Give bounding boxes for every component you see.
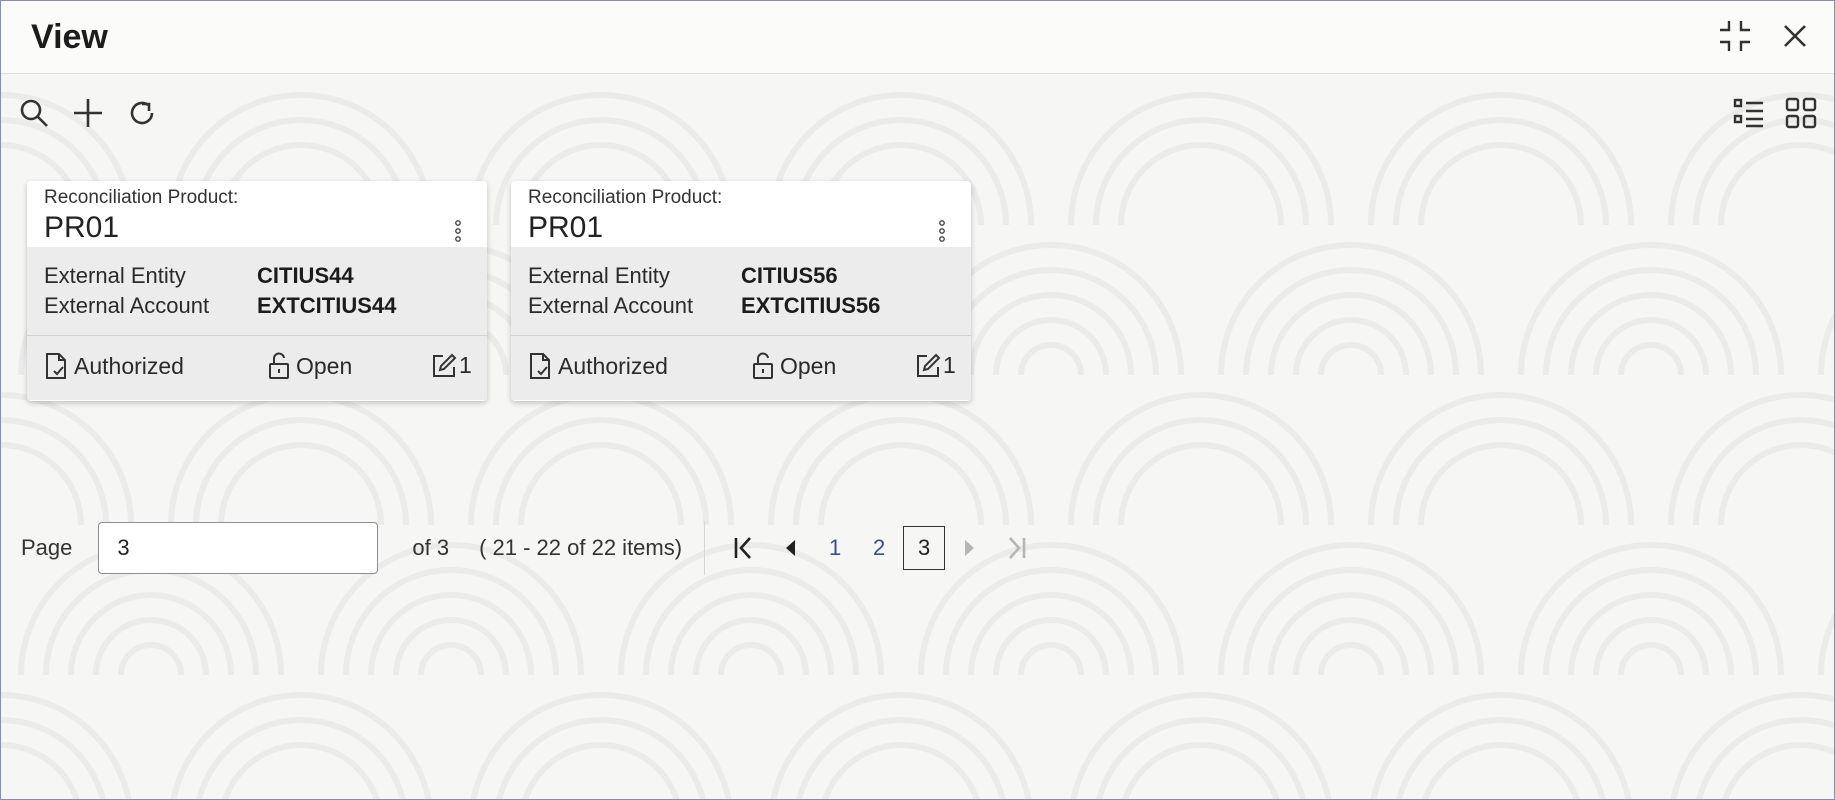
card-header: Reconciliation Product: PR01 bbox=[511, 181, 971, 247]
list-view-button[interactable] bbox=[1730, 94, 1768, 132]
edit-count: 1 bbox=[431, 352, 472, 379]
card-details: External Entity CITIUS56 External Account… bbox=[511, 247, 971, 336]
window-actions bbox=[1716, 17, 1814, 55]
record-card[interactable]: Reconciliation Product: PR01 External En… bbox=[511, 181, 971, 401]
page-link-2[interactable]: 2 bbox=[857, 526, 901, 570]
grid-view-icon bbox=[1785, 97, 1817, 129]
detail-value: EXTCITIUS44 bbox=[257, 293, 397, 318]
search-button[interactable] bbox=[15, 94, 53, 132]
last-page-button[interactable] bbox=[993, 526, 1039, 570]
refresh-icon bbox=[130, 101, 154, 125]
unlock-icon bbox=[753, 352, 773, 379]
detail-key: External Account bbox=[44, 293, 210, 318]
next-page-icon bbox=[965, 540, 975, 556]
detail-value: CITIUS56 bbox=[741, 263, 838, 288]
status-text: Authorized bbox=[74, 352, 184, 379]
edit-icon bbox=[433, 353, 457, 377]
add-button[interactable] bbox=[69, 94, 107, 132]
card-details: External Entity CITIUS44 External Account… bbox=[27, 247, 487, 336]
title-bar: View bbox=[1, 1, 1834, 74]
list-view-icon bbox=[1733, 98, 1763, 128]
status-badge: Authorized bbox=[528, 352, 668, 380]
detail-row: External Entity CITIUS56 bbox=[528, 263, 838, 289]
item-range-text: ( 21 - 22 of 22 items) bbox=[479, 535, 683, 560]
card-footer: Authorized Open 1 bbox=[27, 336, 487, 400]
status-text: Authorized bbox=[558, 352, 668, 379]
view-switcher bbox=[1730, 94, 1820, 132]
edit-count: 1 bbox=[915, 352, 956, 379]
detail-row: External Account EXTCITIUS56 bbox=[528, 293, 880, 319]
page-link-1[interactable]: 1 bbox=[813, 526, 857, 570]
minimize-button[interactable] bbox=[1716, 17, 1754, 55]
first-page-button[interactable] bbox=[721, 526, 767, 570]
lock-text: Open bbox=[296, 352, 353, 379]
add-icon bbox=[74, 99, 102, 127]
grid-view-button[interactable] bbox=[1782, 94, 1820, 132]
last-page-icon bbox=[1009, 537, 1026, 559]
page-number-input[interactable] bbox=[98, 522, 379, 574]
pagination: Page of 3 ( 21 - 22 of 22 items) 1 2 3 bbox=[21, 519, 1039, 577]
detail-key: External Entity bbox=[528, 263, 670, 288]
lock-text: Open bbox=[780, 352, 837, 379]
detail-row: External Entity CITIUS44 bbox=[44, 263, 354, 289]
close-button[interactable] bbox=[1776, 17, 1814, 55]
detail-key: External Account bbox=[528, 293, 694, 318]
view-window: View Reconciliation Product: PR01 Extern… bbox=[0, 0, 1835, 800]
lock-status: Open bbox=[268, 352, 352, 380]
detail-key: External Entity bbox=[44, 263, 186, 288]
card-label: Reconciliation Product: bbox=[44, 187, 239, 208]
card-title: PR01 bbox=[528, 211, 604, 244]
toolbar bbox=[15, 93, 1820, 133]
status-badge: Authorized bbox=[44, 352, 184, 380]
search-icon bbox=[20, 99, 48, 127]
first-page-icon bbox=[734, 537, 752, 559]
authorized-document-icon bbox=[530, 353, 550, 379]
more-options-icon[interactable] bbox=[451, 219, 465, 243]
edit-icon bbox=[917, 353, 941, 377]
more-options-icon[interactable] bbox=[935, 219, 949, 243]
record-card[interactable]: Reconciliation Product: PR01 External En… bbox=[27, 181, 487, 401]
pagination-divider bbox=[704, 521, 706, 575]
page-link-3-current[interactable]: 3 bbox=[903, 526, 946, 570]
unlock-icon bbox=[269, 352, 289, 379]
page-count-text: of 3 bbox=[412, 535, 450, 560]
page-label: Page bbox=[21, 535, 73, 560]
close-icon bbox=[1784, 25, 1806, 47]
previous-page-button[interactable] bbox=[767, 526, 813, 570]
card-title: PR01 bbox=[44, 211, 120, 244]
detail-value: EXTCITIUS56 bbox=[741, 293, 881, 318]
detail-row: External Account EXTCITIUS44 bbox=[44, 293, 396, 319]
edit-count-text: 1 bbox=[459, 352, 472, 378]
detail-value: CITIUS44 bbox=[257, 263, 354, 288]
next-page-button[interactable] bbox=[947, 526, 993, 570]
page-title: View bbox=[31, 17, 108, 56]
lock-status: Open bbox=[752, 352, 836, 380]
card-label: Reconciliation Product: bbox=[528, 187, 723, 208]
authorized-document-icon bbox=[46, 353, 66, 379]
edit-count-text: 1 bbox=[943, 352, 956, 378]
toolbar-actions bbox=[15, 94, 161, 132]
card-grid: Reconciliation Product: PR01 External En… bbox=[27, 181, 971, 401]
collapse-icon bbox=[1720, 21, 1750, 51]
card-footer: Authorized Open 1 bbox=[511, 336, 971, 400]
card-header: Reconciliation Product: PR01 bbox=[27, 181, 487, 247]
previous-page-icon bbox=[786, 540, 796, 556]
page-navigation: 1 2 3 bbox=[721, 526, 1039, 570]
refresh-button[interactable] bbox=[123, 94, 161, 132]
